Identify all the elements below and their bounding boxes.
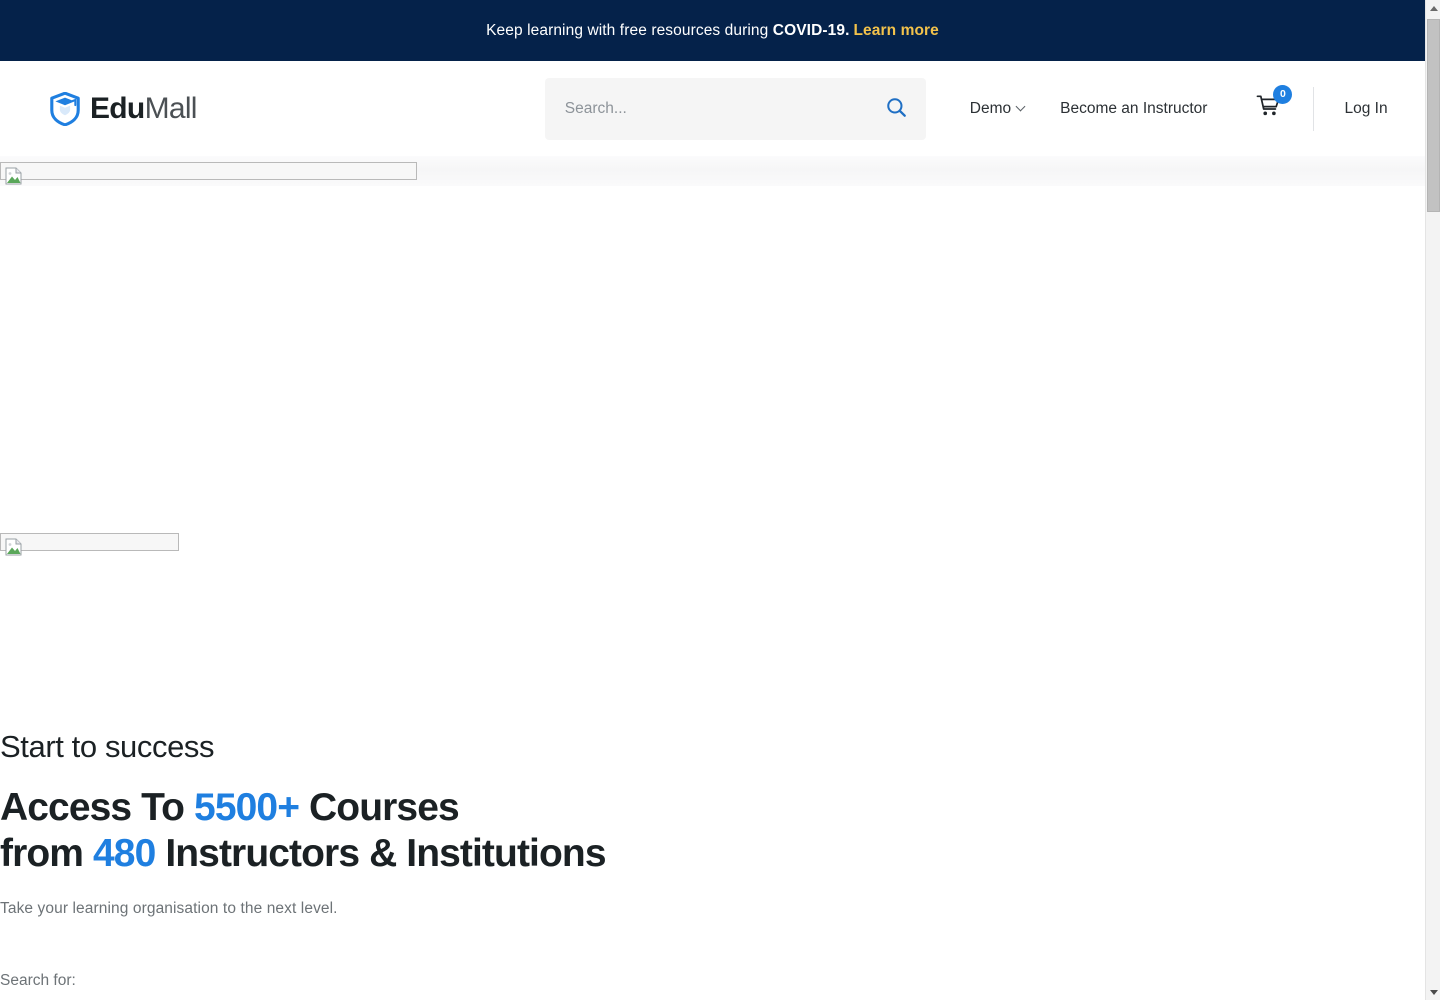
- search-input[interactable]: [544, 77, 926, 140]
- brand-name: EduMall: [90, 91, 198, 125]
- page-title: Access To 5500+ Courses from 480 Instruc…: [0, 785, 607, 876]
- site-header: EduMall Demo: [0, 61, 1425, 156]
- shield-graduation-cap-icon: [50, 91, 80, 126]
- hero-title-text-d: Instructors & Institutions: [155, 831, 606, 875]
- hero-eyebrow: Start to success: [0, 729, 215, 764]
- nav-item-demo[interactable]: Demo: [952, 100, 1042, 118]
- chevron-up-icon: [1429, 5, 1438, 11]
- hero-title-line-1: Access To 5500+ Courses: [0, 786, 460, 829]
- announcement-text-before: Keep learning with free resources during: [486, 21, 773, 39]
- brand-name-edu: Edu: [90, 91, 145, 125]
- hero-subtitle: Take your learning organisation to the n…: [0, 900, 338, 917]
- brand-name-mall: Mall: [144, 91, 198, 125]
- cart-count-badge: 0: [1273, 84, 1293, 104]
- scrollbar-down-button[interactable]: [1426, 984, 1440, 1000]
- login-link[interactable]: Log In: [1314, 100, 1387, 118]
- nav-item-demo-label: Demo: [969, 99, 1012, 117]
- hero-shape-image-placeholder: [0, 533, 179, 556]
- announcement-covid-label: COVID-19.: [772, 21, 850, 39]
- browser-viewport: Keep learning with free resources during…: [0, 0, 1440, 1000]
- announcement-text: Keep learning with free resources during…: [486, 22, 939, 40]
- broken-image-icon: [4, 537, 24, 557]
- hero-title-line-2: from 480 Instructors & Institutions: [0, 831, 607, 875]
- main-navigation: Demo Become an Instructor 0 Log In: [952, 84, 1388, 131]
- scrollbar-thumb[interactable]: [1427, 19, 1440, 212]
- hero-title-text-a: Access To: [0, 786, 195, 829]
- cart-button[interactable]: 0: [1251, 84, 1293, 126]
- hero-title-text-b: Courses: [299, 786, 460, 829]
- nav-item-become-an-instructor[interactable]: Become an Instructor: [1042, 100, 1225, 118]
- chevron-down-icon: [1015, 101, 1026, 112]
- broken-image-icon: [4, 166, 24, 186]
- scrollbar-up-button[interactable]: [1426, 0, 1440, 16]
- header-search: [544, 77, 926, 140]
- chevron-down-icon: [1429, 989, 1438, 995]
- hero-title-course-count: 5500+: [194, 786, 300, 829]
- hero-search-for-label: Search for:: [0, 972, 76, 989]
- announcement-bar: Keep learning with free resources during…: [0, 0, 1425, 61]
- page-content: Keep learning with free resources during…: [0, 0, 1425, 1000]
- vertical-scrollbar[interactable]: [1425, 0, 1440, 1000]
- hero-title-text-c: from: [0, 831, 94, 875]
- nav-item-become-an-instructor-label: Become an Instructor: [1060, 99, 1208, 117]
- search-submit-button[interactable]: [882, 94, 912, 124]
- search-icon: [885, 96, 908, 122]
- hero-title-instructor-count: 480: [93, 831, 156, 875]
- brand-logo-link[interactable]: EduMall: [50, 91, 198, 126]
- hero-background-image-placeholder: [0, 162, 417, 185]
- announcement-learn-more-link[interactable]: Learn more: [853, 22, 938, 39]
